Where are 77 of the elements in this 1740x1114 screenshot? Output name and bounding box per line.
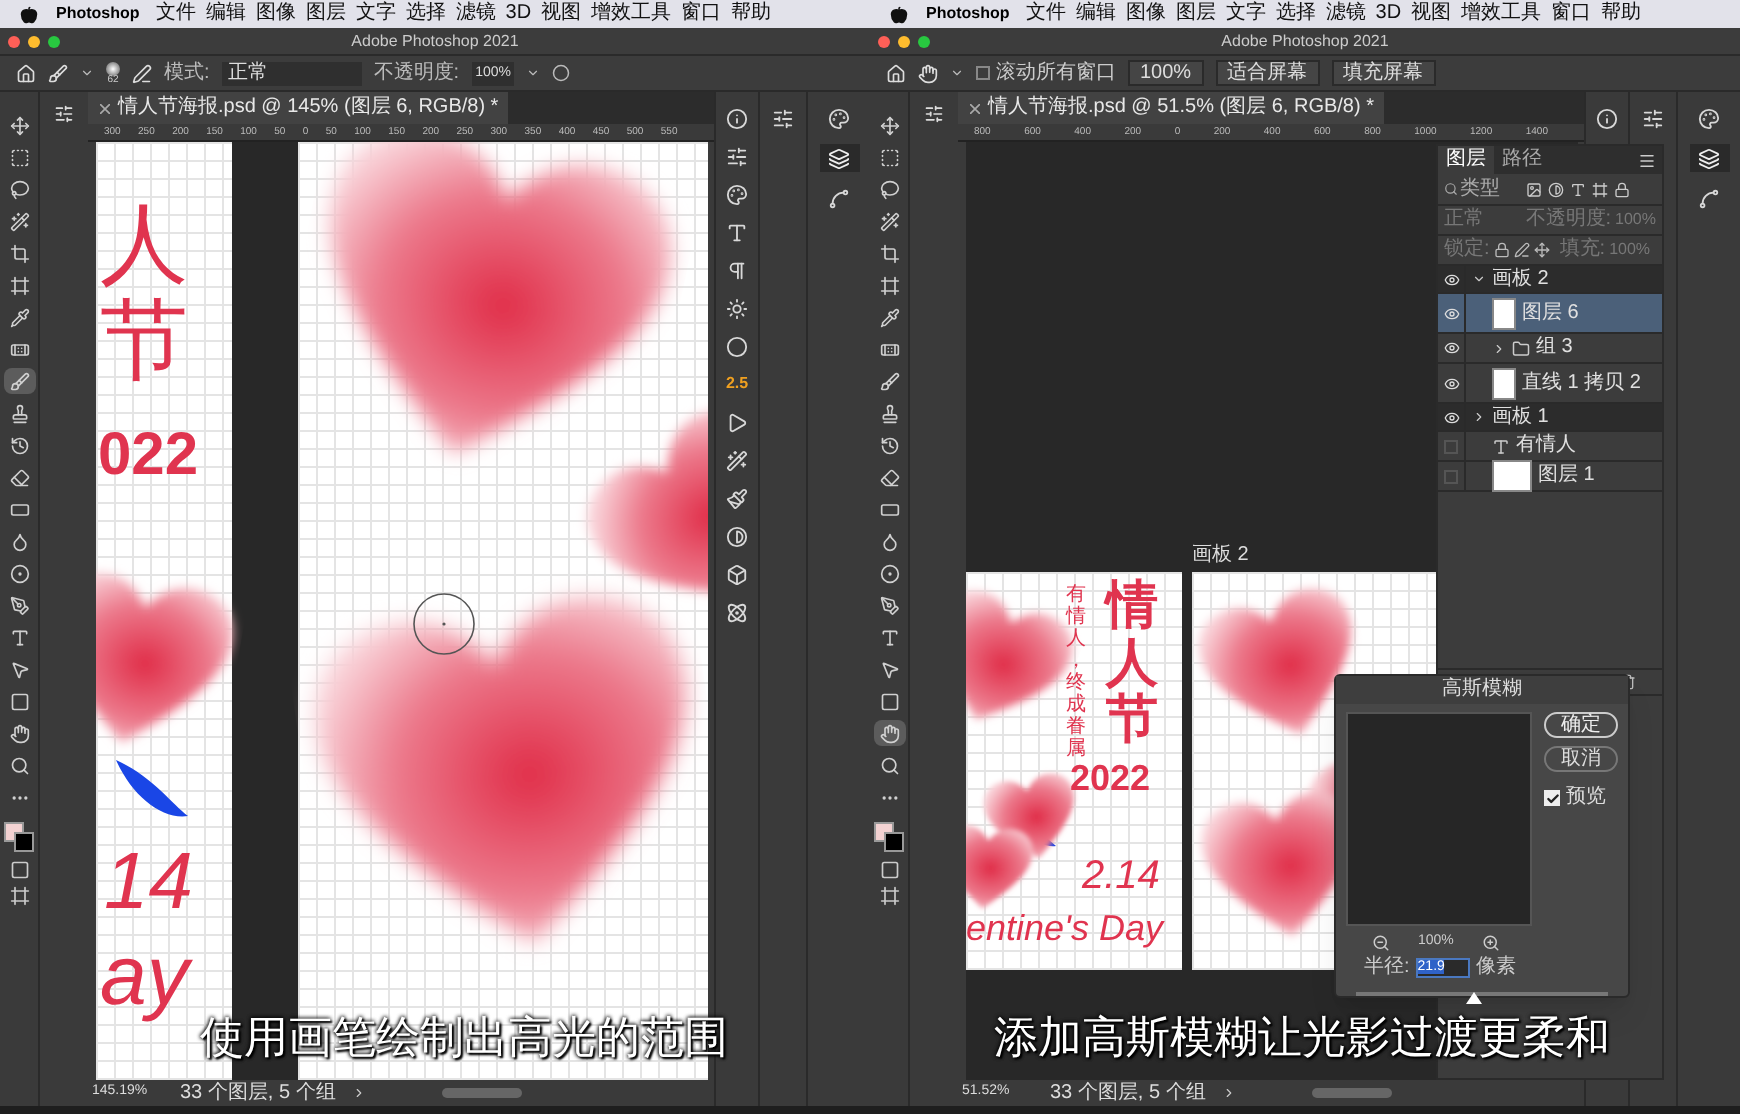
menu-item[interactable]: 3D [1375, 4, 1402, 24]
menu-item[interactable]: 帮助 [731, 4, 772, 24]
zoom-option-button[interactable]: 100% [1128, 60, 1204, 86]
poster-tagline: 有情人，终成眷属 [1066, 584, 1086, 760]
app-menu[interactable]: Photoshop [56, 2, 140, 26]
layer-name: 有情人 [1516, 436, 1576, 456]
layer-name: 图层 1 [1538, 466, 1595, 486]
fill-label: 填充: [1559, 240, 1606, 260]
menu-item[interactable]: 视图 [541, 4, 582, 24]
menu-item[interactable]: 图层 [1175, 4, 1216, 24]
layer-row[interactable]: 画板 1 [1438, 404, 1662, 432]
layer-name: 画板 2 [1492, 269, 1549, 289]
layer-name: 组 3 [1536, 338, 1573, 358]
zoom-option-button[interactable]: 适合屏幕 [1215, 60, 1320, 86]
layer-row[interactable]: 组 3 [1438, 334, 1662, 364]
layer-name: 画板 1 [1492, 407, 1549, 427]
panel-tab[interactable]: 路径 [1494, 146, 1550, 174]
window-title: Adobe Photoshop 2021 [1221, 29, 1389, 53]
poster-slogan: entine's Day [966, 906, 1163, 952]
menu-item[interactable]: 窗口 [681, 4, 722, 24]
menu-item[interactable]: 增效工具 [591, 4, 672, 24]
layer-row[interactable]: 图层 1 [1438, 462, 1662, 492]
opacity-label: 不透明度: [1525, 210, 1612, 230]
menu-item[interactable]: 选择 [1275, 4, 1316, 24]
document-title: 情人节海报.psd @ 51.5% (图层 6, RGB/8) * [988, 98, 1374, 118]
layer-name: 直线 1 拷贝 2 [1522, 373, 1641, 393]
poster-year: 022 [98, 426, 199, 486]
menu-item[interactable]: 文件 [1025, 4, 1066, 24]
document-info: 33 个图层, 5 个组 [1050, 1083, 1206, 1103]
menu-item[interactable]: 帮助 [1601, 4, 1642, 24]
app-menu[interactable]: Photoshop [926, 2, 1010, 26]
menu-item[interactable]: 编辑 [205, 4, 246, 24]
menu-item[interactable]: 文件 [155, 4, 196, 24]
ok-button[interactable]: 确定 [1544, 712, 1618, 738]
preview-label: 预览 [1566, 788, 1606, 808]
lock-label: 锁定: [1444, 240, 1490, 260]
menu-item[interactable]: 窗口 [1551, 4, 1592, 24]
poster-title: 情人节 [1106, 576, 1158, 748]
menu-item[interactable]: 图像 [255, 4, 296, 24]
poster-slogan: ay [100, 926, 189, 1026]
poster-date: 2.14 [1082, 852, 1160, 902]
menu-item[interactable]: 滤镜 [455, 4, 496, 24]
menu-item[interactable]: 增效工具 [1461, 4, 1542, 24]
menu-item[interactable]: 编辑 [1075, 4, 1116, 24]
menu-item[interactable]: 视图 [1411, 4, 1452, 24]
menu-item[interactable]: 文字 [355, 4, 396, 24]
document-tab[interactable]: 情人节海报.psd @ 51.5% (图层 6, RGB/8) * [958, 92, 1384, 124]
menu-item[interactable]: 选择 [405, 4, 446, 24]
menu-item[interactable]: 图层 [305, 4, 346, 24]
radius-label: 半径: [1364, 957, 1410, 977]
scroll-all-label: 滚动所有窗口 [996, 63, 1116, 83]
filter-dropdown[interactable]: 类型 [1444, 179, 1520, 199]
poster-date: 14 [104, 842, 193, 922]
mode-label: 模式: [164, 63, 210, 83]
menu-item[interactable]: 3D [505, 4, 532, 24]
poster-year: 2022 [1070, 760, 1151, 796]
panel-tab[interactable]: 图层 [1438, 146, 1494, 174]
document-title: 情人节海报.psd @ 145% (图层 6, RGB/8) * [118, 98, 499, 118]
menu-item[interactable]: 图像 [1125, 4, 1166, 24]
brush-size-value: 2.5 [725, 372, 749, 396]
layer-row[interactable]: 图层 6 [1438, 294, 1662, 334]
window-title: Adobe Photoshop 2021 [351, 29, 519, 53]
menu-item[interactable]: 滤镜 [1325, 4, 1366, 24]
cancel-button[interactable]: 取消 [1544, 746, 1618, 772]
document-info: 33 个图层, 5 个组 [180, 1083, 336, 1103]
mode-dropdown[interactable]: 正常 [221, 61, 362, 85]
video-subtitle: 添加高斯模糊让光影过渡更柔和 [994, 1016, 1610, 1060]
unit-label: 像素 [1475, 957, 1516, 977]
poster-title: 人节 [100, 198, 188, 392]
opacity-label: 不透明度: [373, 63, 460, 83]
menu-item[interactable]: 文字 [1225, 4, 1266, 24]
layer-row[interactable]: 画板 2 [1438, 266, 1662, 294]
artboard-label: 画板 2 [1192, 541, 1249, 570]
document-tab[interactable]: 情人节海报.psd @ 145% (图层 6, RGB/8) * [88, 92, 509, 124]
dialog-title: 高斯模糊 [1336, 676, 1628, 704]
layer-name: 图层 6 [1522, 303, 1579, 323]
zoom-option-button[interactable]: 填充屏幕 [1331, 60, 1436, 86]
